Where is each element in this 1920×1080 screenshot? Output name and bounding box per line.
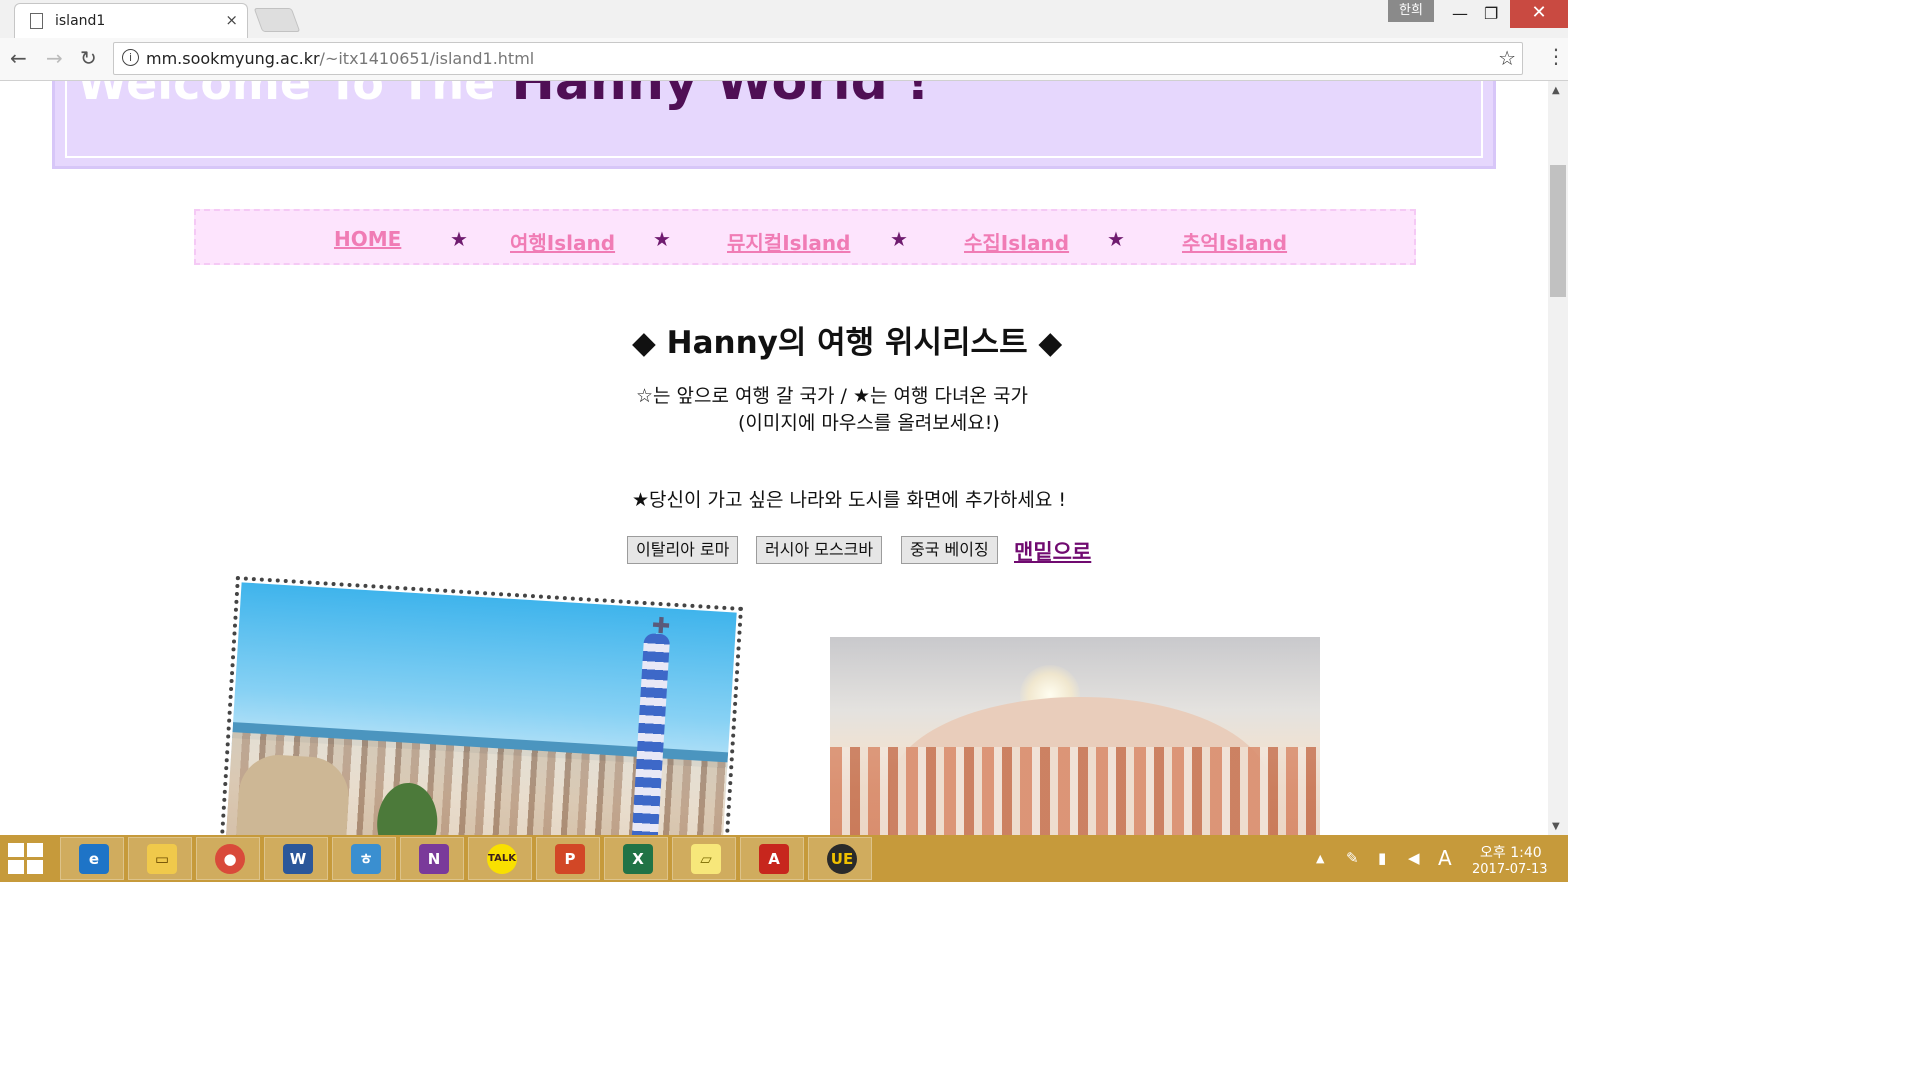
main-nav: HOME ★ 여행Island ★ 뮤지컬Island ★ 수집Island ★…: [194, 209, 1416, 265]
new-tab-button[interactable]: [253, 8, 301, 32]
url-path: /~itx1410651/island1.html: [319, 49, 535, 68]
reload-icon[interactable]: ↻: [80, 46, 97, 70]
onenote-icon: N: [419, 844, 449, 874]
star-legend-text: ☆는 앞으로 여행 갈 국가 / ★는 여행 다녀온 국가: [636, 385, 1028, 407]
url-host: mm.sookmyung.ac.kr: [146, 49, 320, 68]
nav-separator-star-icon: ★: [450, 227, 468, 251]
nav-collection-island-link[interactable]: 수집Island: [964, 227, 1069, 256]
taskbar-file-explorer[interactable]: ▭: [128, 837, 192, 880]
barcelona-photo[interactable]: ✚: [218, 576, 744, 835]
acrobat-icon: A: [759, 844, 789, 874]
nav-memory-island-link[interactable]: 추억Island: [1182, 227, 1287, 256]
add-rome-button[interactable]: 이탈리아 로마: [627, 536, 739, 564]
excel-icon: X: [623, 844, 653, 874]
nav-separator-star-icon: ★: [653, 227, 671, 251]
site-title-welcome: Welcome To The: [77, 81, 512, 110]
url-input[interactable]: i mm.sookmyung.ac.kr/~itx1410651/island1…: [113, 42, 1523, 75]
scrollbar-thumb[interactable]: [1550, 165, 1566, 297]
taskbar-chrome[interactable]: ●: [196, 837, 260, 880]
back-arrow-icon[interactable]: ←: [10, 46, 27, 70]
add-destination-prompt: ★당신이 가고 싶은 나라와 도시를 화면에 추가하세요 !: [632, 489, 1067, 511]
cross-icon: ✚: [650, 613, 671, 640]
address-bar: ← → ↻ i mm.sookmyung.ac.kr/~itx1410651/i…: [0, 38, 1568, 81]
scroll-up-icon[interactable]: ▲: [1552, 85, 1560, 96]
taskbar-acrobat[interactable]: A: [740, 837, 804, 880]
url-text[interactable]: mm.sookmyung.ac.kr/~itx1410651/island1.h…: [146, 49, 534, 68]
rooftops-shape: [830, 747, 1320, 835]
gaudi-house-shape: [235, 752, 352, 835]
header-banner: Welcome To The Hanny World !: [52, 81, 1496, 169]
restore-button[interactable]: ❐: [1484, 4, 1498, 23]
taskbar-onenote[interactable]: N: [400, 837, 464, 880]
window-close-button[interactable]: ✕: [1510, 0, 1568, 28]
lisbon-photo[interactable]: [830, 637, 1320, 835]
site-title: Welcome To The Hanny World !: [77, 81, 930, 112]
tray-pen-icon[interactable]: ✎: [1346, 849, 1359, 867]
powerpoint-icon: P: [555, 844, 585, 874]
clock-date[interactable]: 2017-07-13: [1472, 862, 1548, 877]
nav-separator-star-icon: ★: [1107, 227, 1125, 251]
page-viewport: Welcome To The Hanny World ! HOME ★ 여행Is…: [0, 81, 1548, 835]
scroll-to-bottom-link[interactable]: 맨밑으로: [1014, 536, 1091, 566]
site-title-name: Hanny World !: [511, 81, 930, 112]
nav-musical-island-link[interactable]: 뮤지컬Island: [727, 227, 850, 256]
wishlist-heading: ◆ Hanny의 여행 위시리스트 ◆: [632, 325, 1063, 361]
nav-separator-star-icon: ★: [890, 227, 908, 251]
barcelona-image: ✚: [225, 582, 737, 835]
browser-menu-icon[interactable]: ⋮: [1546, 44, 1566, 68]
clock-time[interactable]: 오후 1:40: [1480, 842, 1542, 862]
taskbar-sticky-notes[interactable]: ▱: [672, 837, 736, 880]
tray-expand-icon[interactable]: ▲: [1316, 852, 1324, 865]
word-icon: W: [283, 844, 313, 874]
ultraedit-icon: UE: [827, 844, 857, 874]
windows-taskbar: e ▭ ● W ㅎ N TALK P X ▱ A UE ▲ ✎ ▮ ◀ A 오후…: [0, 835, 1568, 882]
scroll-down-icon[interactable]: ▼: [1552, 821, 1560, 832]
taskbar-excel[interactable]: X: [604, 837, 668, 880]
ime-user-badge: 한희: [1388, 0, 1434, 22]
chrome-icon: ●: [215, 844, 245, 874]
hover-hint-text: (이미지에 마우스를 올려보세요!): [738, 412, 1000, 434]
add-moscow-button[interactable]: 러시아 모스크바: [756, 536, 883, 564]
vertical-scrollbar[interactable]: ▲ ▼: [1548, 81, 1568, 835]
nav-home-link[interactable]: HOME: [334, 227, 401, 251]
minimize-button[interactable]: —: [1452, 4, 1468, 23]
taskbar-word[interactable]: W: [264, 837, 328, 880]
site-info-icon[interactable]: i: [122, 49, 139, 66]
bookmark-star-icon[interactable]: ☆: [1498, 46, 1516, 70]
volume-icon[interactable]: ◀: [1408, 849, 1420, 867]
taskbar-ultraedit[interactable]: UE: [808, 837, 872, 880]
tab-strip: island1 × 한희 — ❐ ✕: [0, 0, 1568, 39]
taskbar-hangul[interactable]: ㅎ: [332, 837, 396, 880]
network-icon[interactable]: ▮: [1378, 849, 1386, 867]
ie-icon: e: [79, 844, 109, 874]
taskbar-powerpoint[interactable]: P: [536, 837, 600, 880]
forward-arrow-icon[interactable]: →: [46, 46, 63, 70]
sticky-notes-icon: ▱: [691, 844, 721, 874]
ime-mode-indicator[interactable]: A: [1438, 846, 1452, 870]
taskbar-ie[interactable]: e: [60, 837, 124, 880]
taskbar-kakaotalk[interactable]: TALK: [468, 837, 532, 880]
kakaotalk-icon: TALK: [487, 844, 517, 874]
windows-start-icon[interactable]: [8, 843, 44, 875]
tab-title: island1: [55, 13, 106, 29]
hangul-icon: ㅎ: [351, 844, 381, 874]
add-beijing-button[interactable]: 중국 베이징: [901, 536, 998, 564]
page-icon: [30, 13, 43, 29]
browser-tab[interactable]: island1 ×: [14, 3, 248, 39]
tab-close-icon[interactable]: ×: [225, 11, 238, 29]
nav-travel-island-link[interactable]: 여행Island: [510, 227, 615, 256]
file-explorer-icon: ▭: [147, 844, 177, 874]
